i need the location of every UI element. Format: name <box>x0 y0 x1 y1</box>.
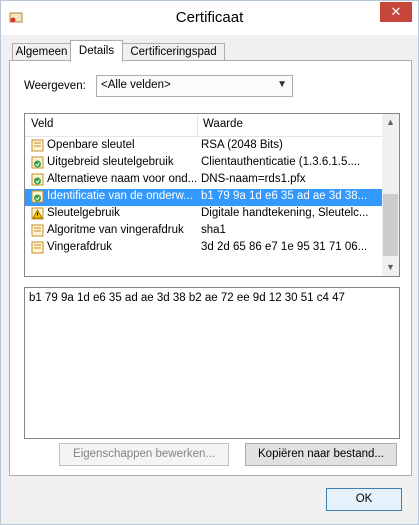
window-title: Certificaat <box>175 9 244 26</box>
list-item[interactable]: Algoritme van vingerafdruk sha1 <box>25 223 382 240</box>
tab-general[interactable]: Algemeen <box>12 43 71 61</box>
details-panel: Weergeven: <Alle velden> ▼ Veld Waarde O… <box>9 60 412 476</box>
list-header: Veld Waarde <box>25 114 382 137</box>
column-header-field[interactable]: Veld <box>31 118 53 130</box>
field-value: b1 79 9a 1d e6 35 ad ae 3d 38... <box>201 190 368 202</box>
certificate-field-icon <box>31 139 44 152</box>
column-header-value[interactable]: Waarde <box>203 118 243 130</box>
field-detail-box[interactable]: b1 79 9a 1d e6 35 ad ae 3d 38 b2 ae 72 e… <box>24 287 400 439</box>
field-name: Alternatieve naam voor ond... <box>47 173 197 185</box>
field-name: Openbare sleutel <box>47 139 135 151</box>
field-name: Uitgebreid sleutelgebruik <box>47 156 174 168</box>
list-item[interactable]: Sleutelgebruik Digitale handtekening, Sl… <box>25 206 382 223</box>
certificate-extension-icon <box>31 173 44 186</box>
certificate-extension-icon <box>31 190 44 203</box>
chevron-down-icon: ▼ <box>277 79 287 90</box>
ok-button[interactable]: OK <box>326 488 402 511</box>
list-item[interactable]: Uitgebreid sleutelgebruik Clientauthenti… <box>25 155 382 172</box>
close-button[interactable]: ✕ <box>380 2 412 22</box>
list-scrollbar[interactable]: ▲ ▼ <box>382 114 399 276</box>
edit-properties-button[interactable]: Eigenschappen bewerken... <box>59 443 229 466</box>
field-value: sha1 <box>201 224 226 236</box>
list-item[interactable]: Openbare sleutel RSA (2048 Bits) <box>25 138 382 155</box>
field-detail-value: b1 79 9a 1d e6 35 ad ae 3d 38 b2 ae 72 e… <box>29 292 345 304</box>
certificate-field-icon <box>31 241 44 254</box>
list-item[interactable]: Alternatieve naam voor ond... DNS-naam=r… <box>25 172 382 189</box>
copy-to-file-button[interactable]: Kopiëren naar bestand... <box>245 443 397 466</box>
field-value: Digitale handtekening, Sleutelc... <box>201 207 369 219</box>
fields-list[interactable]: Veld Waarde Openbare sleutel RSA (2048 B… <box>24 113 400 277</box>
field-name: Algoritme van vingerafdruk <box>47 224 184 236</box>
certificate-window: Certificaat ✕ Algemeen Details Certifice… <box>0 0 419 525</box>
column-divider[interactable] <box>197 114 198 136</box>
field-name: Identificatie van de onderw... <box>47 190 193 202</box>
scroll-up-arrow-icon[interactable]: ▲ <box>382 114 399 131</box>
field-value: RSA (2048 Bits) <box>201 139 283 151</box>
title-bar[interactable]: Certificaat ✕ <box>1 1 418 35</box>
field-value: Clientauthenticatie (1.3.6.1.5.... <box>201 156 361 168</box>
list-item[interactable]: Vingerafdruk 3d 2d 65 86 e7 1e 95 31 71 … <box>25 240 382 257</box>
show-dropdown-value: <Alle velden> <box>101 79 171 91</box>
tab-certification-path[interactable]: Certificeringspad <box>122 43 225 61</box>
warning-icon <box>31 207 44 220</box>
list-item-selected[interactable]: Identificatie van de onderw... b1 79 9a … <box>25 189 382 206</box>
scroll-down-arrow-icon[interactable]: ▼ <box>382 259 399 276</box>
scrollbar-thumb[interactable] <box>383 194 398 256</box>
tab-details[interactable]: Details <box>70 40 123 62</box>
field-value: DNS-naam=rds1.pfx <box>201 173 306 185</box>
field-name: Vingerafdruk <box>47 241 112 253</box>
show-dropdown[interactable]: <Alle velden> ▼ <box>96 75 293 97</box>
show-label: Weergeven: <box>24 80 86 92</box>
certificate-field-icon <box>31 224 44 237</box>
field-value: 3d 2d 65 86 e7 1e 95 31 71 06... <box>201 241 368 253</box>
dialog-client: Algemeen Details Certificeringspad Weerg… <box>7 35 412 518</box>
certificate-extension-icon <box>31 156 44 169</box>
field-name: Sleutelgebruik <box>47 207 120 219</box>
